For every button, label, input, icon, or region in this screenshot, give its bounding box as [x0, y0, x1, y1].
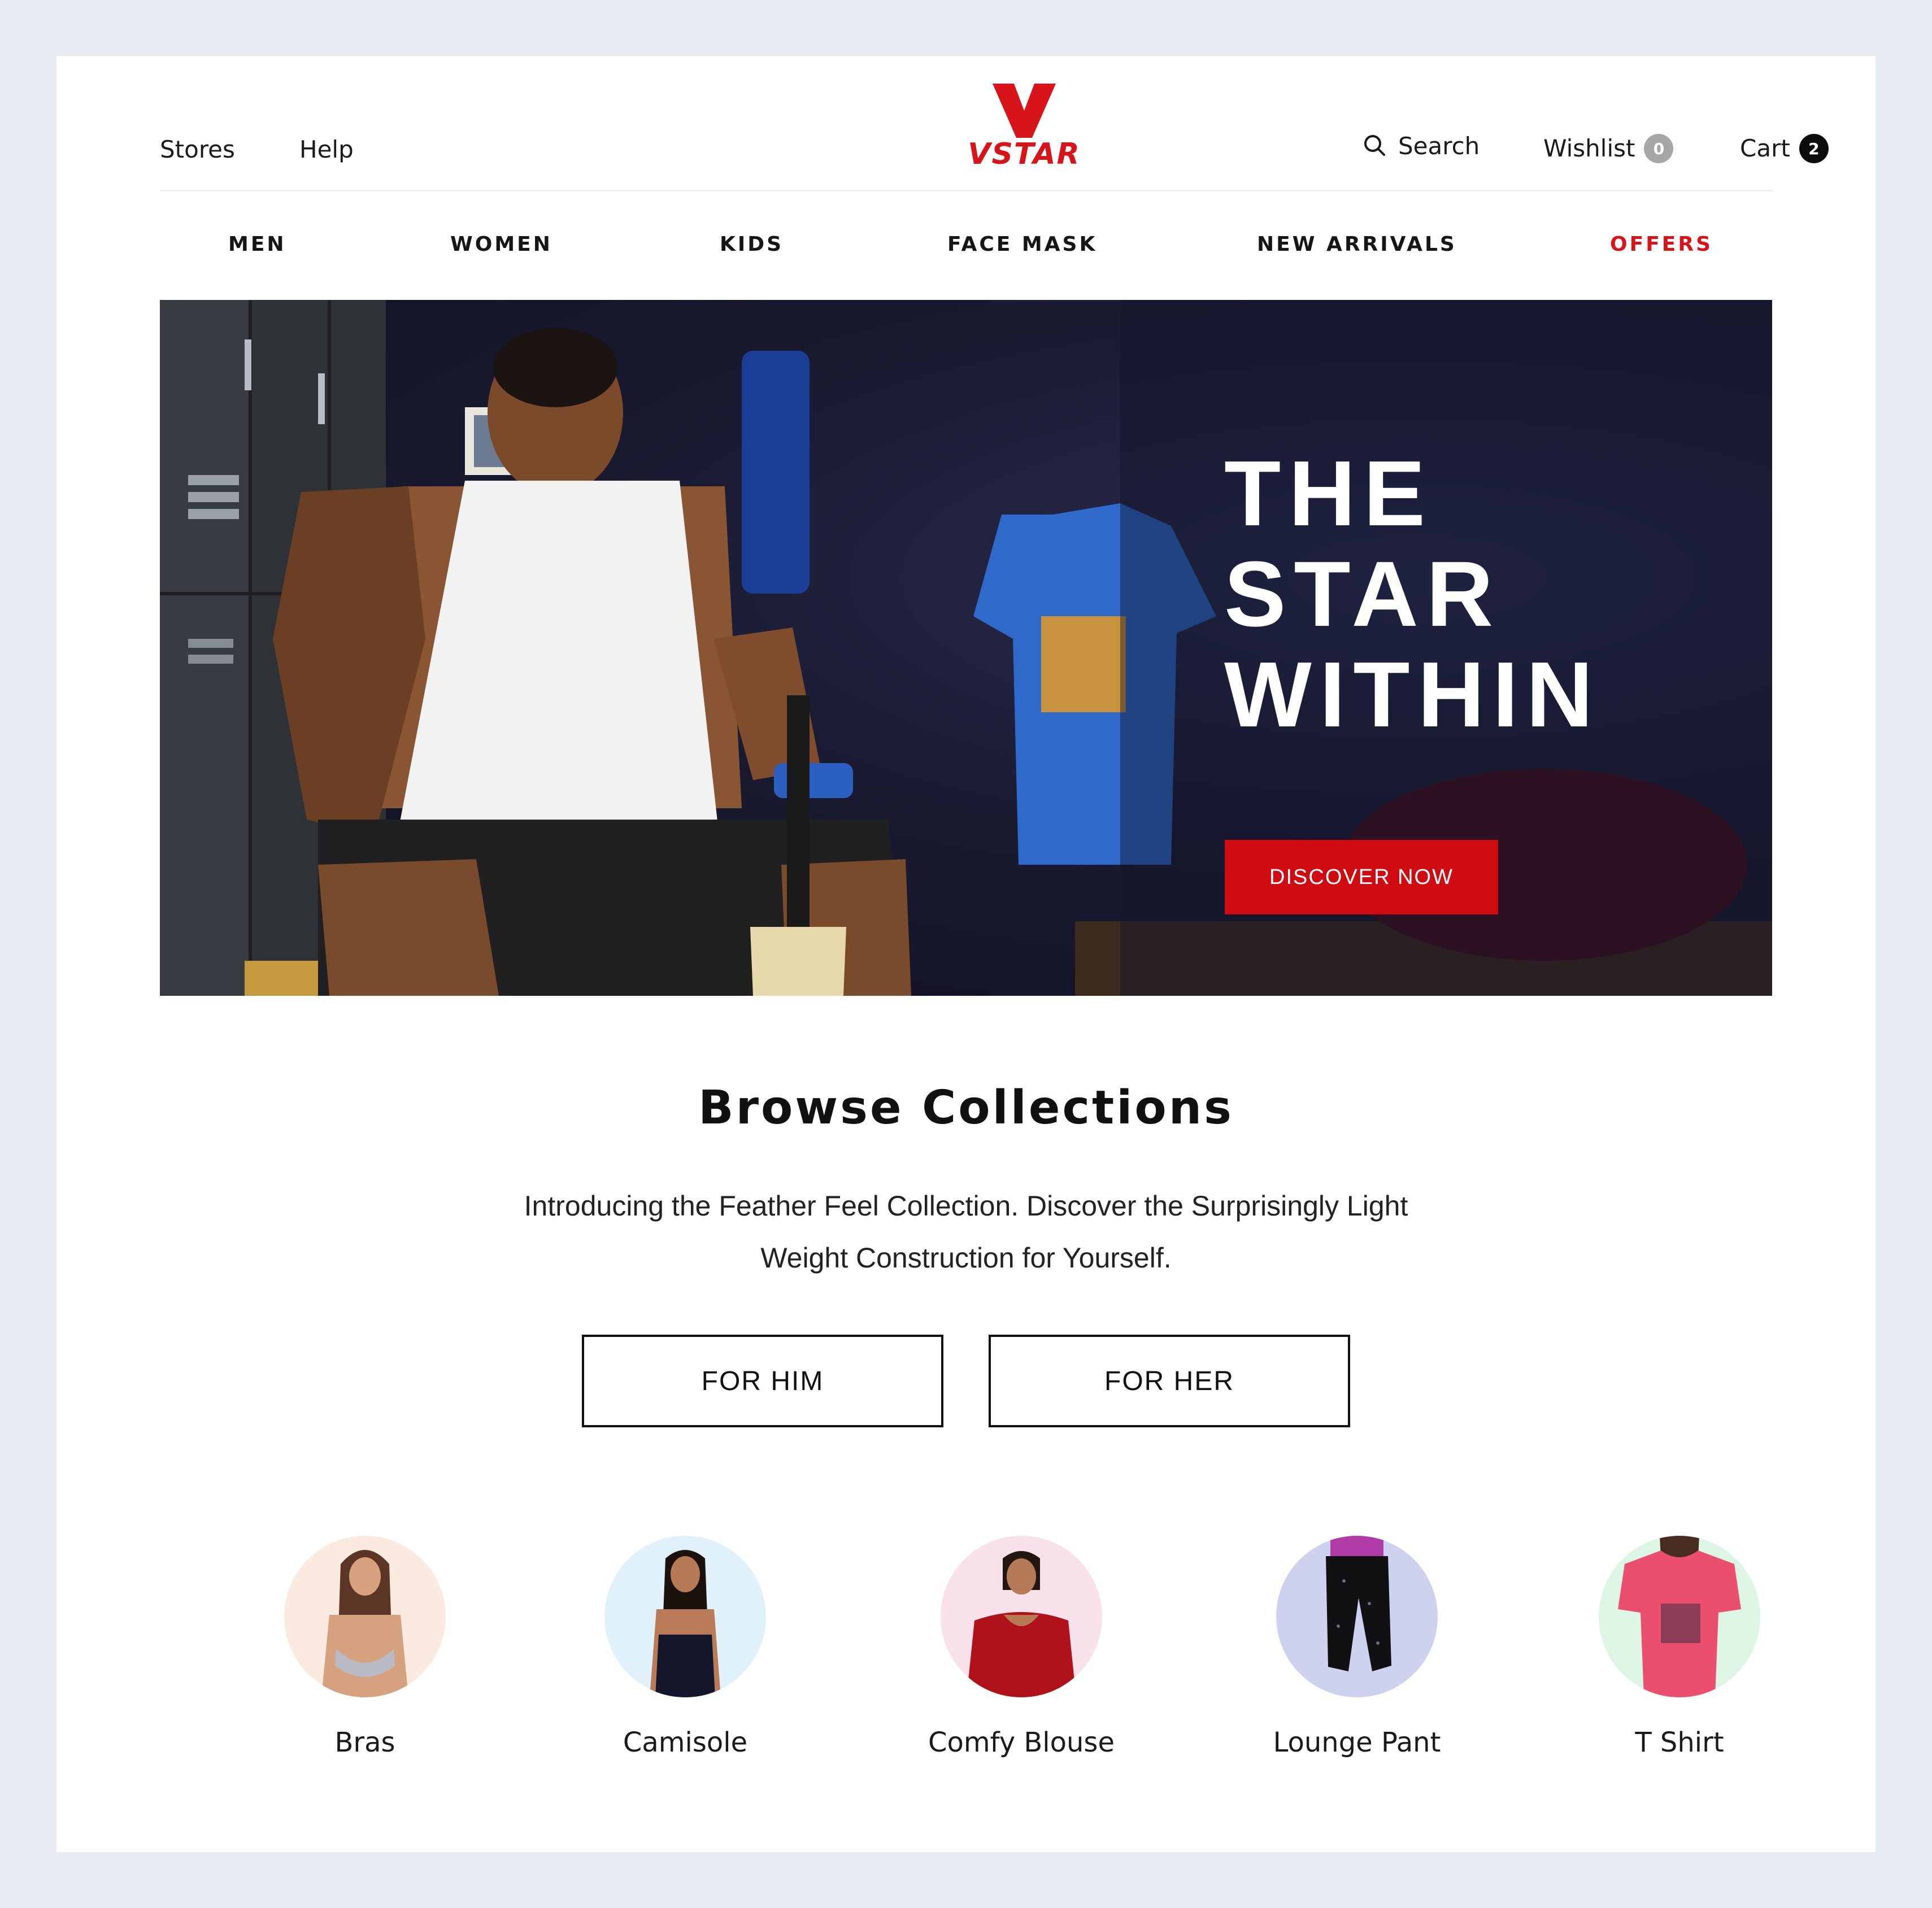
vstar-logo-mark: [993, 84, 1056, 138]
nav-kids[interactable]: KIDS: [720, 234, 784, 255]
hero-banner[interactable]: THE STAR WITHIN DISCOVER NOW: [160, 300, 1772, 996]
category-label: Camisole: [623, 1727, 748, 1758]
category-image: [1599, 1536, 1760, 1697]
hero-headline-line-3: WITHIN: [1224, 643, 1601, 746]
stores-link[interactable]: Stores: [160, 138, 235, 162]
collections-title: Browse Collections: [698, 1081, 1234, 1135]
search-label: Search: [1398, 132, 1480, 160]
logo-wordmark: VSTAR: [968, 137, 1081, 171]
category-lounge-pant[interactable]: Lounge Pant: [1244, 1536, 1470, 1758]
category-label: T Shirt: [1635, 1727, 1724, 1758]
category-image: [604, 1536, 766, 1697]
cart-label: Cart: [1740, 134, 1790, 162]
category-camisole[interactable]: Camisole: [572, 1536, 798, 1758]
category-label: Comfy Blouse: [928, 1727, 1115, 1758]
wishlist-label: Wishlist: [1543, 134, 1635, 162]
nav-men[interactable]: MEN: [228, 234, 286, 255]
vstar-logo[interactable]: VSTAR: [958, 81, 1091, 172]
cart-button[interactable]: Cart 2: [1740, 134, 1829, 163]
hero-headline: THE STAR WITHIN: [1224, 443, 1601, 745]
hero-headline-line-2: STAR: [1224, 542, 1502, 646]
collections-description: Introducing the Feather Feel Collection.…: [524, 1190, 1408, 1274]
page-card: Stores Help VSTAR Search Wishlist 0 Cart: [56, 56, 1876, 1852]
nav-women[interactable]: WOMEN: [450, 234, 552, 255]
for-him-button[interactable]: FOR HIM: [582, 1335, 943, 1427]
hero-headline-line-1: THE: [1224, 442, 1433, 545]
cart-count-badge: 2: [1799, 134, 1829, 163]
search-icon: [1363, 134, 1386, 159]
search-button[interactable]: Search: [1363, 134, 1480, 159]
top-header: Stores Help VSTAR Search Wishlist 0 Cart: [160, 56, 1829, 191]
category-image: [941, 1536, 1102, 1697]
category-image: [1276, 1536, 1438, 1697]
discover-now-button[interactable]: DISCOVER NOW: [1225, 840, 1498, 914]
category-bras[interactable]: Bras: [252, 1536, 478, 1758]
wishlist-count-badge: 0: [1644, 134, 1674, 163]
category-label: Lounge Pant: [1273, 1727, 1441, 1758]
for-her-button[interactable]: FOR HER: [989, 1335, 1350, 1427]
nav-new-arrivals[interactable]: NEW ARRIVALS: [1257, 234, 1457, 255]
category-label: Bras: [334, 1727, 395, 1758]
wishlist-button[interactable]: Wishlist 0: [1543, 134, 1674, 163]
nav-face-mask[interactable]: FACE MASK: [947, 234, 1097, 255]
category-t-shirt[interactable]: T Shirt: [1567, 1536, 1792, 1758]
help-link[interactable]: Help: [299, 138, 354, 162]
nav-offers[interactable]: OFFERS: [1610, 234, 1713, 255]
category-comfy-blouse[interactable]: Comfy Blouse: [908, 1536, 1134, 1758]
category-image: [284, 1536, 446, 1697]
